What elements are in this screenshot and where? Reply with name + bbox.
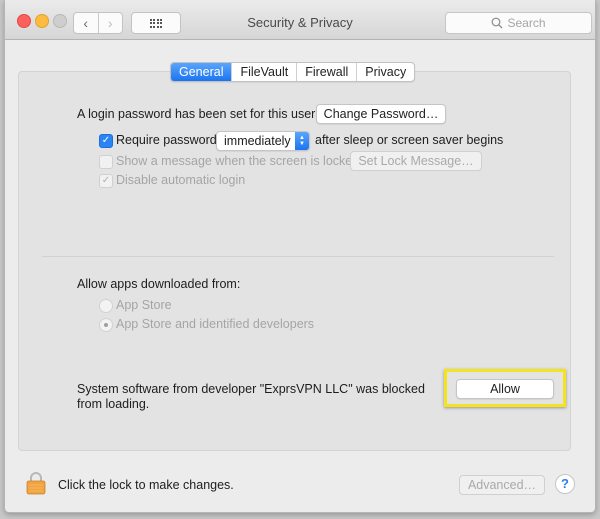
advanced-button[interactable]: Advanced… bbox=[459, 475, 545, 495]
login-password-label: A login password has been set for this u… bbox=[77, 107, 316, 121]
lock-icon[interactable] bbox=[26, 471, 46, 495]
show-message-checkbox[interactable] bbox=[99, 155, 113, 169]
require-password-label: Require password bbox=[116, 133, 217, 147]
after-sleep-label: after sleep or screen saver begins bbox=[315, 133, 504, 147]
disable-auto-login-checkbox[interactable]: ✓ bbox=[99, 174, 113, 188]
lock-message: Click the lock to make changes. bbox=[58, 478, 234, 492]
select-value: immediately bbox=[224, 134, 291, 148]
disable-auto-login-label: Disable automatic login bbox=[116, 173, 246, 187]
stepper-arrows-icon: ▲ ▼ bbox=[295, 132, 309, 150]
allow-apps-heading: Allow apps downloaded from: bbox=[77, 277, 241, 291]
tab-filevault[interactable]: FileVault bbox=[231, 63, 296, 81]
checkmark-icon: ✓ bbox=[101, 135, 111, 146]
require-password-delay-select[interactable]: immediately ▲ ▼ bbox=[216, 131, 310, 151]
title-bar: ‹ › Security & Privacy Search bbox=[5, 0, 595, 40]
set-lock-message-button[interactable]: Set Lock Message… bbox=[350, 151, 482, 171]
tab-bar: General FileVault Firewall Privacy bbox=[170, 62, 416, 82]
change-password-button[interactable]: Change Password… bbox=[316, 104, 446, 124]
radio-app-store-label: App Store bbox=[116, 298, 172, 312]
radio-app-store[interactable] bbox=[99, 299, 113, 313]
tab-firewall[interactable]: Firewall bbox=[296, 63, 356, 81]
show-message-label: Show a message when the screen is locked bbox=[116, 154, 360, 168]
radio-app-store-identified-label: App Store and identified developers bbox=[116, 317, 315, 331]
search-placeholder: Search bbox=[507, 16, 546, 30]
checkmark-icon: ✓ bbox=[101, 175, 111, 186]
blocked-message-line1: System software from developer "ExprsVPN… bbox=[77, 382, 425, 396]
radio-app-store-identified[interactable] bbox=[99, 318, 113, 332]
tab-privacy[interactable]: Privacy bbox=[356, 63, 414, 81]
blocked-message-line2: from loading. bbox=[77, 397, 150, 411]
section-divider bbox=[42, 256, 554, 257]
allow-button[interactable]: Allow bbox=[456, 379, 554, 399]
search-icon bbox=[492, 17, 503, 29]
help-button[interactable]: ? bbox=[555, 474, 575, 494]
search-field[interactable]: Search bbox=[445, 12, 592, 34]
require-password-checkbox[interactable]: ✓ bbox=[99, 134, 113, 148]
tab-general[interactable]: General bbox=[171, 63, 232, 81]
